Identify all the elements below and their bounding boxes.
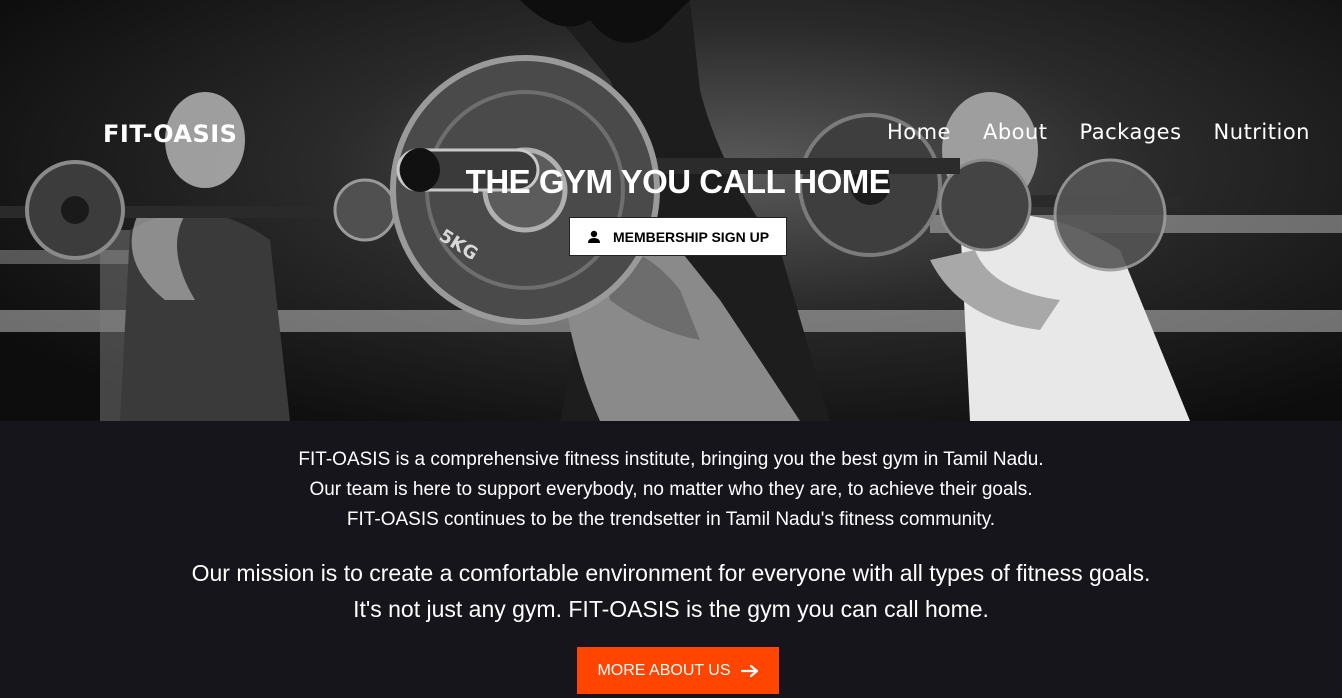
about-section: FIT-OASIS is a comprehensive fitness ins…: [0, 421, 1342, 698]
brand-logo[interactable]: FIT-OASIS: [103, 120, 237, 148]
mission-line: It's not just any gym. FIT-OASIS is the …: [353, 596, 989, 622]
nav-nutrition[interactable]: Nutrition: [1214, 120, 1310, 144]
main-nav: Home About Packages Nutrition: [887, 120, 1310, 144]
mission-line: Our mission is to create a comfortable e…: [191, 560, 1151, 586]
nav-packages[interactable]: Packages: [1080, 120, 1182, 144]
intro-text: FIT-OASIS is a comprehensive fitness ins…: [0, 445, 1342, 535]
mission-text: Our mission is to create a comfortable e…: [0, 555, 1342, 627]
hero-photo: 5KG: [0, 0, 1342, 421]
intro-line: FIT-OASIS is a comprehensive fitness ins…: [298, 449, 1044, 470]
arrow-right-icon: [740, 664, 758, 677]
hero-headline: THE GYM YOU CALL HOME: [465, 163, 891, 200]
intro-line: Our team is here to support everybody, n…: [309, 479, 1033, 500]
intro-line: FIT-OASIS continues to be the trendsette…: [346, 509, 996, 530]
more-about-us-label: MORE ABOUT US: [597, 661, 731, 679]
nav-home[interactable]: Home: [887, 120, 951, 144]
user-icon: [587, 230, 600, 243]
hero-section: 5KG FIT-OASIS Home About Packages Nutrit…: [0, 0, 1342, 421]
nav-about[interactable]: About: [983, 120, 1048, 144]
membership-signup-button[interactable]: MEMBERSHIP SIGN UP: [569, 217, 787, 256]
more-about-us-button[interactable]: MORE ABOUT US: [577, 647, 779, 694]
membership-signup-label: MEMBERSHIP SIGN UP: [612, 228, 770, 245]
